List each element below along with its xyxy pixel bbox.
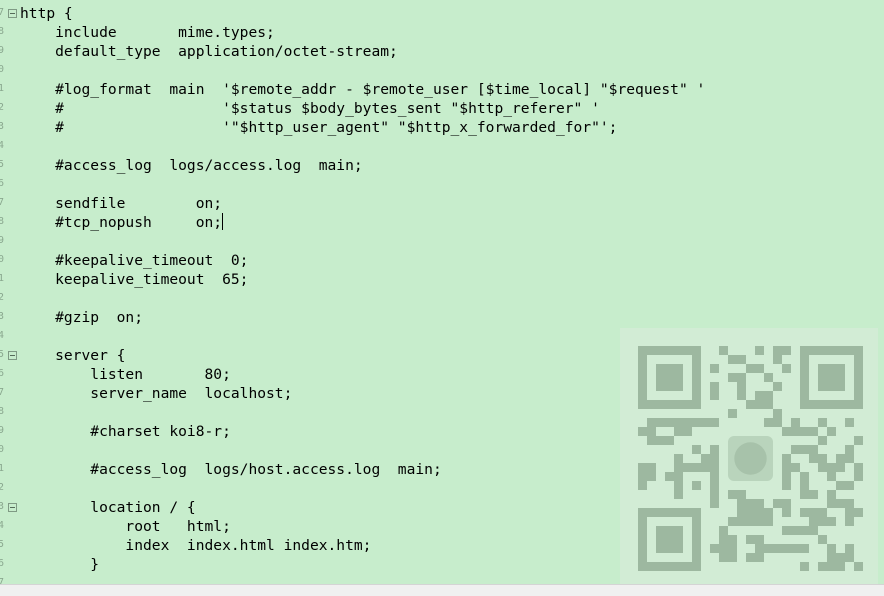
line-number: 3 [0, 311, 4, 322]
code-line[interactable]: server_name localhost; [20, 384, 705, 403]
code-line[interactable]: # '"$http_user_agent" "$http_x_forwarded… [20, 118, 705, 137]
line-number: 2 [0, 482, 4, 493]
code-line[interactable]: #access_log logs/access.log main; [20, 156, 705, 175]
code-line[interactable]: http { [20, 4, 705, 23]
code-line[interactable]: #gzip on; [20, 308, 705, 327]
line-number: 7 [0, 197, 4, 208]
code-line[interactable]: #keepalive_timeout 0; [20, 251, 705, 270]
code-line[interactable] [20, 403, 705, 422]
code-line[interactable]: root html; [20, 517, 705, 536]
code-line[interactable] [20, 479, 705, 498]
code-line[interactable]: #tcp_nopush on; [20, 213, 705, 232]
code-line[interactable]: # '$status $body_bytes_sent "$http_refer… [20, 99, 705, 118]
line-number: 5 [0, 349, 4, 360]
line-number: 4 [0, 520, 4, 531]
line-number: 9 [0, 235, 4, 246]
code-line[interactable]: #charset koi8-r; [20, 422, 705, 441]
line-number: 8 [0, 216, 4, 227]
code-line[interactable]: include mime.types; [20, 23, 705, 42]
line-number: 2 [0, 102, 4, 113]
line-number: 6 [0, 368, 4, 379]
fold-toggle-icon[interactable] [8, 9, 17, 18]
line-number: 1 [0, 463, 4, 474]
horizontal-scrollbar[interactable] [0, 584, 884, 596]
line-number: 7 [0, 387, 4, 398]
line-number: 1 [0, 273, 4, 284]
code-line[interactable]: #log_format main '$remote_addr - $remote… [20, 80, 705, 99]
code-line[interactable]: server { [20, 346, 705, 365]
code-line[interactable] [20, 289, 705, 308]
code-line[interactable]: default_type application/octet-stream; [20, 42, 705, 61]
line-number: 3 [0, 121, 4, 132]
line-number: 8 [0, 26, 4, 37]
line-number: 0 [0, 444, 4, 455]
line-number: 4 [0, 140, 4, 151]
qr-code-watermark-icon [620, 328, 878, 584]
line-number-gutter: 7 8 9 0 1 2 3 4 5 6 7 8 9 0 1 2 3 4 5 6 7 8 9 0 1 2 3 4 5 6 7 [0, 0, 20, 584]
text-caret [222, 213, 224, 230]
line-number: 0 [0, 64, 4, 75]
line-number: 5 [0, 539, 4, 550]
code-line[interactable]: #access_log logs/host.access.log main; [20, 460, 705, 479]
code-line[interactable] [20, 175, 705, 194]
line-number: 6 [0, 178, 4, 189]
code-line[interactable] [20, 232, 705, 251]
code-line[interactable] [20, 61, 705, 80]
line-number: 9 [0, 425, 4, 436]
code-line[interactable]: sendfile on; [20, 194, 705, 213]
line-number: 4 [0, 330, 4, 341]
fold-toggle-icon[interactable] [8, 351, 17, 360]
code-text-area[interactable]: http { include mime.types; default_type … [20, 4, 705, 574]
line-number: 9 [0, 45, 4, 56]
code-line[interactable]: location / { [20, 498, 705, 517]
code-line[interactable] [20, 327, 705, 346]
code-line[interactable]: index index.html index.htm; [20, 536, 705, 555]
line-number: 8 [0, 406, 4, 417]
code-line[interactable]: } [20, 555, 705, 574]
code-line[interactable] [20, 441, 705, 460]
line-number: 1 [0, 83, 4, 94]
code-line[interactable]: keepalive_timeout 65; [20, 270, 705, 289]
code-line[interactable] [20, 137, 705, 156]
line-number: 0 [0, 254, 4, 265]
line-number: 5 [0, 159, 4, 170]
line-number: 6 [0, 558, 4, 569]
line-number: 2 [0, 292, 4, 303]
fold-toggle-icon[interactable] [8, 503, 17, 512]
line-number: 3 [0, 501, 4, 512]
code-line[interactable]: listen 80; [20, 365, 705, 384]
line-number: 7 [0, 7, 4, 18]
line-number: 7 [0, 577, 4, 584]
